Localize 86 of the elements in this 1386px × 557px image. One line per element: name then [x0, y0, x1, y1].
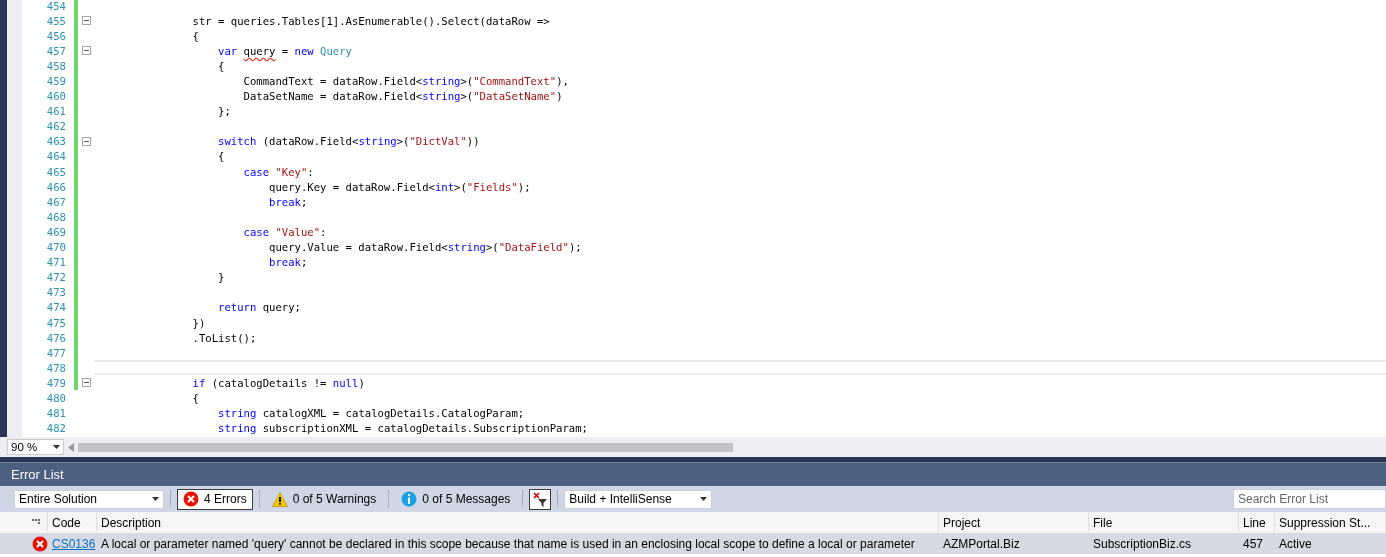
line-number: 469	[45, 225, 66, 238]
line-number: 480	[45, 392, 66, 404]
filter-toggle[interactable]: 0 of 5 Warnings	[265, 488, 383, 510]
scope-dropdown[interactable]: Entire Solution	[14, 489, 164, 509]
line-number: 477	[45, 346, 66, 359]
code-line: DataSetName = dataRow.Field<string>("DataSetName")	[242, 90, 563, 103]
line-number: 476	[45, 331, 66, 344]
code-line: if (catalogDetails != null)	[191, 376, 365, 389]
code-line: {	[191, 29, 199, 42]
filter-toggle[interactable]: 4 Errors	[177, 488, 253, 510]
code-line: .ToList();	[191, 331, 257, 344]
error-icon	[32, 535, 48, 552]
collapse-icon[interactable]	[81, 16, 91, 26]
table-cell: AZMPortal.Biz	[939, 533, 1089, 554]
zoom-dropdown[interactable]: 90 %	[7, 439, 64, 455]
collapse-icon[interactable]	[81, 136, 91, 146]
table-cell: A local or parameter named 'query' cannot be declared in this scope because that name is used in an enclosing local scope to define a local or parameter	[97, 533, 939, 554]
source-dropdown[interactable]: Build + IntelliSense	[564, 489, 713, 509]
warning-icon	[271, 491, 288, 507]
line-number: 455	[45, 14, 66, 27]
caret-icon	[53, 445, 60, 449]
line-number: 462	[45, 120, 66, 133]
line-number: 464	[45, 150, 66, 163]
column-header[interactable]: Project	[939, 512, 1089, 533]
code-line: string subscriptionXML = catalogDetails.SubscriptionParam;	[217, 422, 588, 435]
code-line: case "Key":	[242, 165, 314, 178]
code-line: str = queries.Tables[1].AsEnumerable().Select(dataRow =>	[191, 14, 550, 27]
code-line: break;	[268, 195, 308, 208]
panel-title: Error List	[0, 462, 1386, 486]
line-number: 478	[45, 361, 66, 374]
line-number: 472	[45, 271, 66, 284]
line-number: 471	[45, 256, 66, 269]
search-field[interactable]: Search Error List	[1233, 489, 1386, 509]
clear-filter-button[interactable]	[529, 488, 552, 510]
line-number: 470	[45, 241, 66, 254]
code-line: case "Value":	[242, 225, 327, 238]
column-header[interactable]: Description	[97, 512, 939, 533]
caret-icon	[700, 497, 708, 501]
collapse-icon[interactable]	[81, 378, 91, 388]
code-line: break;	[268, 256, 308, 269]
caret-icon	[152, 497, 159, 501]
code-line: var query = new Query	[217, 44, 352, 57]
table-cell: SubscriptionBiz.cs	[1089, 533, 1239, 554]
horizontal-scrollbar[interactable]	[68, 440, 733, 454]
code-line: string catalogXML = catalogDetails.CatalogParam;	[217, 407, 525, 420]
filter-toggle[interactable]: 0 of 5 Messages	[395, 488, 517, 510]
code-line: }	[217, 271, 225, 284]
column-header[interactable]: Code	[48, 512, 97, 533]
code-line: query.Value = dataRow.Field<string>("DataField");	[268, 241, 582, 254]
error-icon	[183, 491, 199, 507]
collapse-icon[interactable]	[81, 46, 91, 56]
line-number: 481	[45, 407, 66, 420]
code-line: {	[191, 392, 199, 404]
column-grip-icon[interactable]	[32, 518, 40, 527]
column-header[interactable]: Suppression St...	[1275, 512, 1386, 533]
line-number: 474	[45, 301, 66, 314]
funnel-icon	[532, 491, 548, 507]
line-number: 457	[45, 44, 66, 57]
line-number: 465	[45, 165, 66, 178]
line-number: 482	[45, 422, 66, 435]
line-number: 460	[45, 90, 66, 103]
line-number: 475	[45, 316, 66, 329]
line-number: 461	[45, 105, 66, 118]
line-number: 466	[45, 180, 66, 193]
code-line: {	[217, 59, 225, 72]
line-number: 456	[45, 29, 66, 42]
table-cell: 457	[1239, 533, 1275, 554]
line-number: 458	[45, 59, 66, 72]
line-number: 454	[45, 0, 66, 12]
code-line: };	[217, 105, 231, 118]
table-cell: Active	[1275, 533, 1386, 554]
info-icon	[401, 491, 418, 507]
line-number: 479	[45, 376, 66, 389]
code-line: switch (dataRow.Field<string>("DictVal"))	[217, 135, 480, 148]
line-number: 459	[45, 75, 66, 87]
column-header[interactable]: Line	[1239, 512, 1275, 533]
code-line: query.Key = dataRow.Field<int>("Fields");	[268, 180, 531, 193]
column-header[interactable]: File	[1089, 512, 1239, 533]
code-line: CommandText = dataRow.Field<string>("CommandText"),	[242, 75, 569, 87]
line-number: 473	[45, 286, 66, 299]
line-number: 468	[45, 210, 66, 223]
code-line: return query;	[217, 301, 301, 314]
line-number: 463	[45, 135, 66, 148]
code-line: })	[191, 316, 206, 329]
line-number: 467	[45, 195, 66, 208]
code-line: {	[217, 150, 225, 163]
